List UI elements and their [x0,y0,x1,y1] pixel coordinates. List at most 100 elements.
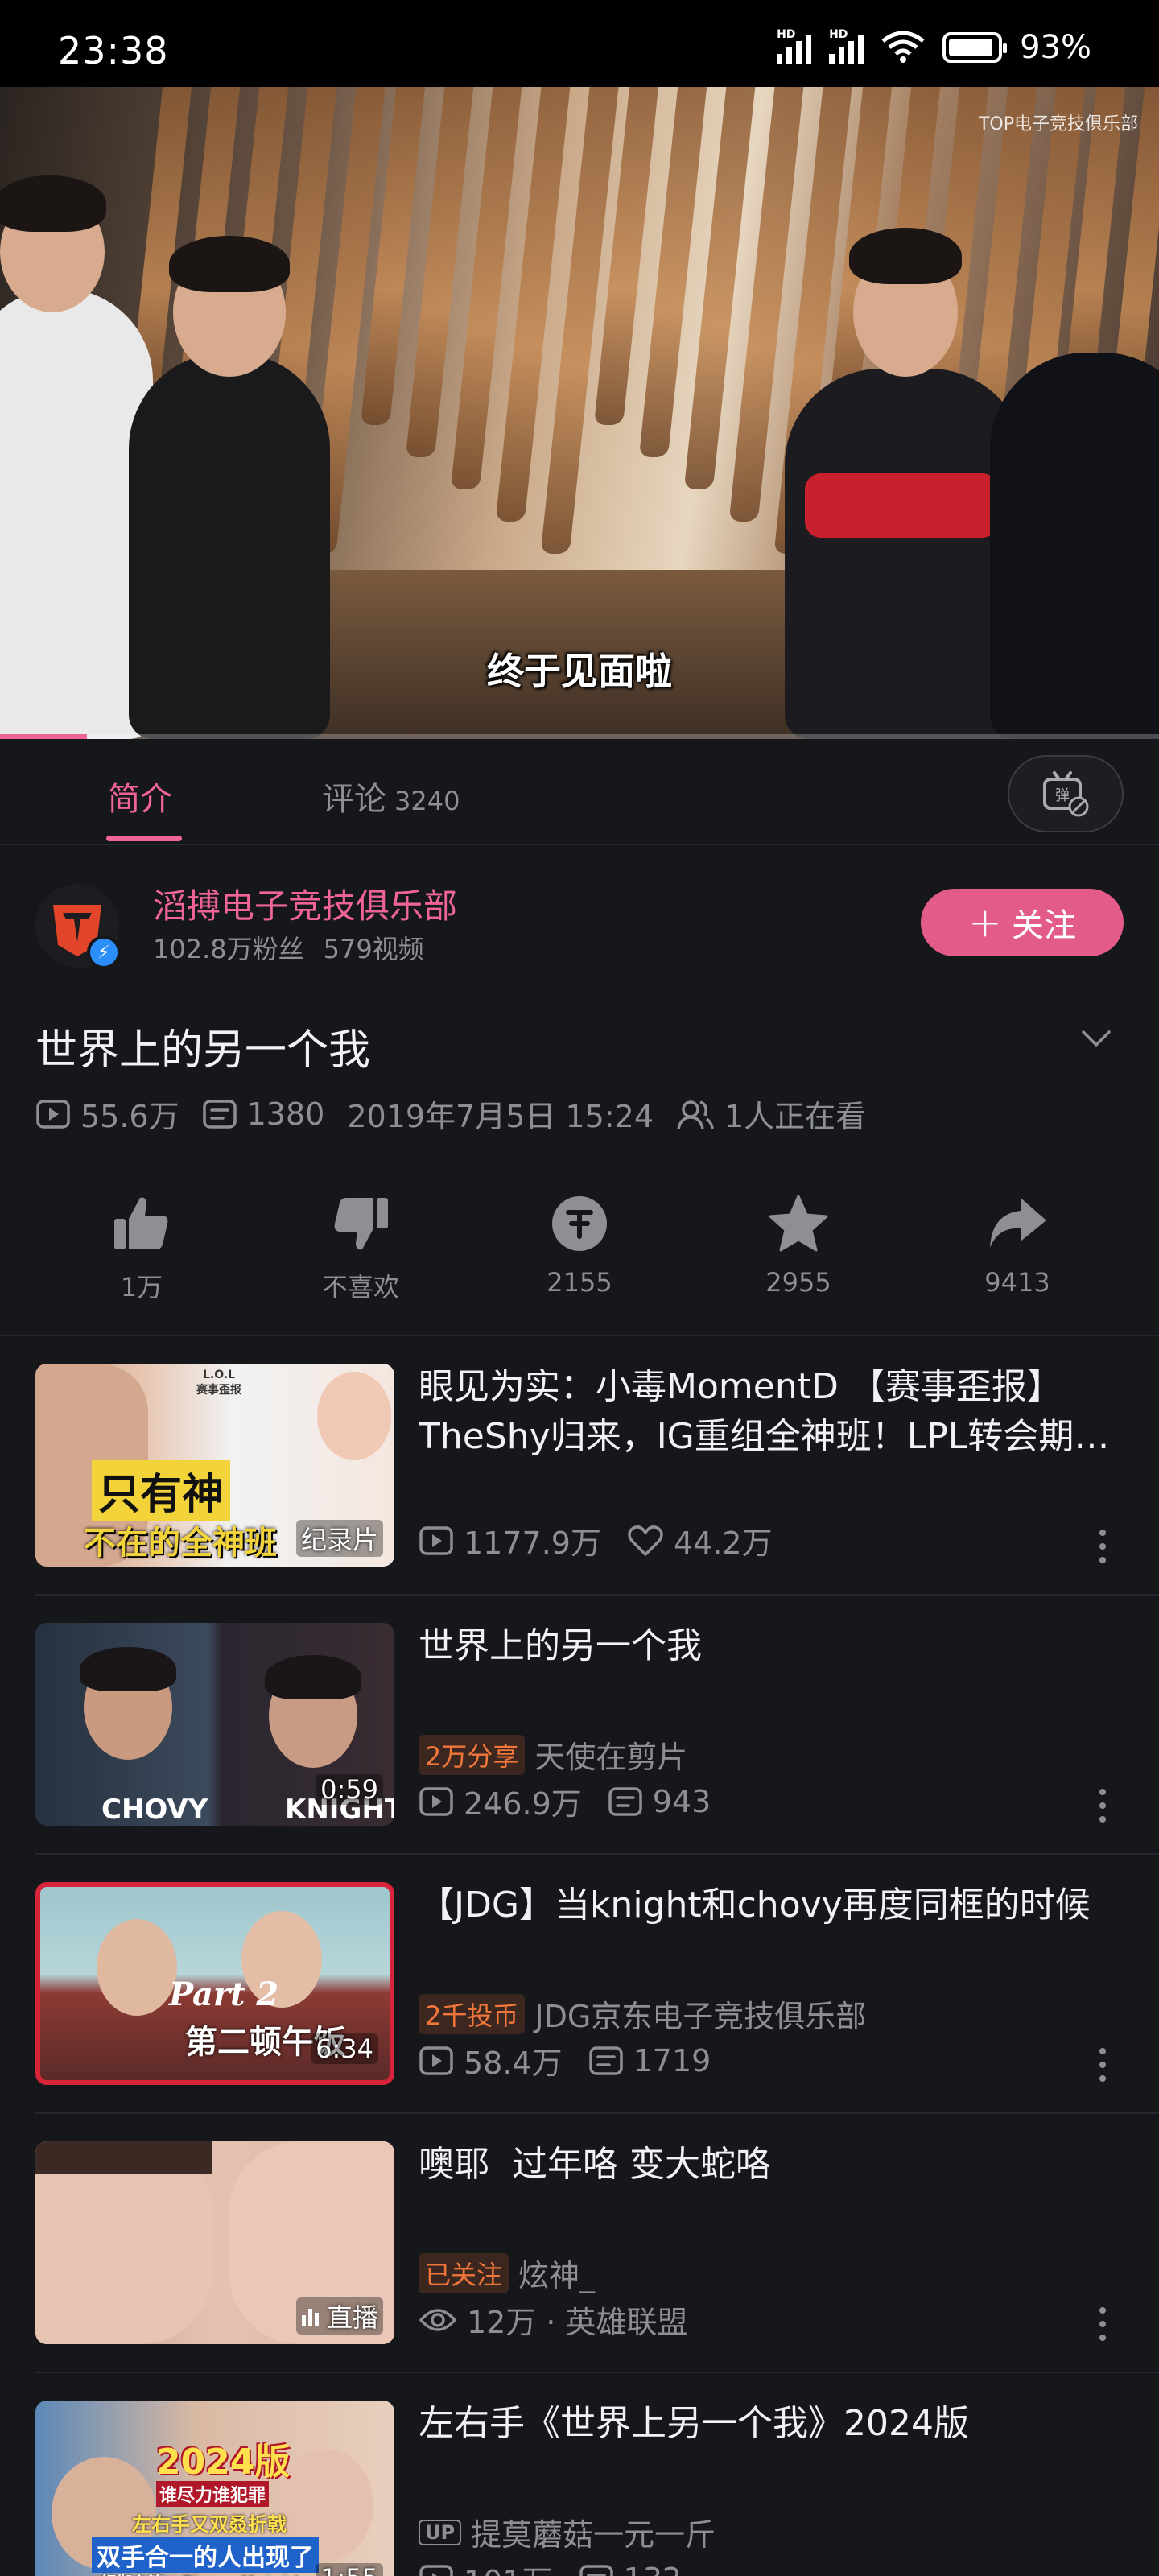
rec-views: 1177.9万 [464,1525,601,1561]
rec-views: 12万 [467,2305,537,2340]
rec-danmaku: 1719 [633,2042,711,2079]
favorite-count: 2955 [765,1267,831,1298]
coin-count: 2155 [547,1267,612,1298]
video-frame-jersey-stripe [805,473,998,538]
tab-bar: 简介 评论 3240 弹 [0,739,1159,845]
view-count-value: 55.6万 [80,1099,179,1134]
live-bars-icon [301,2309,319,2326]
rec-stats: 12万 · 英雄联盟 [419,2297,688,2342]
thumbs-up-icon [114,1197,168,1249]
rec-tag: 2千投币 [419,1993,526,2034]
live-badge-label: 直播 [326,2302,378,2333]
rec-category: · 英雄联盟 [546,2305,688,2340]
coin-icon [552,1196,607,1251]
danmaku-count-icon [588,2046,623,2075]
like-button[interactable]: 1万 [61,1191,222,1304]
follow-button[interactable]: + 关注 [921,889,1124,956]
like-count: 1万 [120,1272,163,1302]
favorite-button[interactable]: 2955 [718,1191,879,1298]
rec-danmaku: 132 [624,2562,683,2576]
rec-stats: 246.9万 943 [419,1779,711,1823]
video-frame-hair [169,236,290,292]
rec-author[interactable]: 提莫蘑菇一元一斤 [471,2510,716,2554]
dislike-button[interactable]: 不喜欢 [280,1191,441,1304]
publish-date-value: 2019年7月5日 15:24 [347,1099,654,1134]
play-count-icon [419,2564,453,2576]
rec-title: 噢耶 过年咯 变大蛇咯 [419,2144,771,2185]
rec-author[interactable]: 炫神_ [518,2251,595,2295]
viewers-icon [677,1100,714,1129]
eye-icon [419,2308,457,2331]
uploader-section: ⚡ 滔搏电子竞技俱乐部 102.8万粉丝 579视频 + 关注 [0,845,1159,995]
play-count-icon [419,2046,453,2075]
video-thumbnail[interactable]: CHOVY KNIGHT 0:59 [35,1623,394,1826]
more-options-icon[interactable] [1098,1789,1107,1823]
video-player[interactable]: TOP电子竞技俱乐部 终于见面啦 [0,87,1159,739]
rec-views: 58.4万 [464,2046,563,2081]
thumb-caption: 双手合一的人出现了 [92,2537,319,2573]
tab-comments[interactable]: 评论 3240 [322,773,460,819]
more-options-icon[interactable] [1098,2307,1107,2341]
status-icons: HD HD 93% [777,28,1091,66]
video-thumbnail[interactable]: 2024版 谁尽力谁犯罪 左右手又双叒折戟 双手合一的人出现了 领衔主演：Cho… [35,2401,394,2576]
clock: 23:38 [58,29,169,72]
thumb-caption: 只有神 [92,1460,231,1521]
uploader-name[interactable]: 滔搏电子竞技俱乐部 [153,879,457,928]
share-button[interactable]: 9413 [937,1191,1098,1298]
follow-label: 关注 [1011,907,1076,944]
rec-author-line: 2万分享 天使在剪片 [419,1732,687,1777]
rec-views: 101万 [464,2557,553,2576]
tab-comments-label: 评论 [322,781,386,818]
list-item[interactable]: 2024版 谁尽力谁犯罪 左右手又双叒折戟 双手合一的人出现了 领衔主演：Cho… [0,2373,1159,2576]
rec-stats: 58.4万 1719 [419,2038,711,2083]
rec-author[interactable]: 天使在剪片 [534,1732,687,1777]
active-tab-indicator [106,836,182,841]
thumb-caption: 谁尽力谁犯罪 [156,2481,270,2507]
rec-author[interactable]: JDG京东电子竞技俱乐部 [534,1992,866,2036]
video-thumbnail[interactable]: 直播 [35,2141,394,2344]
video-frame-hair [849,228,962,284]
rec-author-line: 2千投币 JDG京东电子竞技俱乐部 [419,1992,866,2036]
thumb-hair [265,1655,361,1699]
rec-tag: 2万分享 [419,1734,526,1775]
tab-intro-label: 简介 [108,781,172,818]
thumb-caption: 左右手又双叒折戟 [132,2513,287,2536]
tab-intro[interactable]: 简介 [108,773,172,819]
danmaku-toggle-button[interactable]: 弹 [1008,755,1124,832]
thumb-duration: 6:34 [311,2033,378,2064]
play-count-icon [36,1099,70,1129]
more-options-icon[interactable] [1098,1530,1107,1563]
video-frame-hair [0,175,106,232]
thumb-hair [80,1647,176,1691]
wifi-icon [881,31,925,63]
coin-button[interactable]: 2155 [499,1191,660,1298]
live-badge: 直播 [295,2297,383,2334]
thumbs-down-icon [334,1198,388,1250]
view-count: 55.6万 [35,1092,179,1136]
list-item[interactable]: 直播 噢耶 过年咯 变大蛇咯 已关注 炫神_ 12万 · 英雄联盟 [0,2114,1159,2373]
danmaku-count: 1380 [202,1096,325,1132]
list-item[interactable]: Part 2 第二顿午饭 6:34 【JDG】当knight和chovy再度同框… [0,1855,1159,2114]
thumb-logo-text: L.O.L 赛事歪报 [196,1368,241,1397]
play-count-icon [419,1786,453,1816]
rec-views: 246.9万 [464,1786,582,1822]
uploader-stats: 102.8万粉丝 579视频 [153,929,424,966]
list-item[interactable]: L.O.L 赛事歪报 只有神 不在的全神班 纪录片 眼见为实：小毒MomentD… [0,1336,1159,1596]
chevron-down-icon[interactable] [1080,1022,1112,1055]
dislike-label: 不喜欢 [321,1272,399,1302]
list-item[interactable]: CHOVY KNIGHT 0:59 世界上的另一个我 2万分享 天使在剪片 24… [0,1596,1159,1855]
heart-icon [628,1525,663,1556]
thumb-face [97,1919,177,2016]
video-thumbnail[interactable]: Part 2 第二顿午饭 6:34 [35,1882,394,2085]
rec-author-line: 已关注 炫神_ [419,2251,595,2295]
star-icon [769,1195,828,1252]
video-thumbnail[interactable]: L.O.L 赛事歪报 只有神 不在的全神班 纪录片 [35,1364,394,1567]
thumb-caption: 2024版 [156,2442,291,2483]
danmaku-count-icon [579,2564,613,2576]
rec-danmaku: 943 [652,1783,711,1819]
thumb-caption: CHOVY [101,1794,208,1826]
action-row: 1万 不喜欢 2155 2955 9413 [0,1175,1159,1336]
danmaku-off-icon: 弹 [1043,771,1089,817]
more-options-icon[interactable] [1098,2048,1107,2082]
danmaku-count-value: 1380 [246,1096,325,1132]
